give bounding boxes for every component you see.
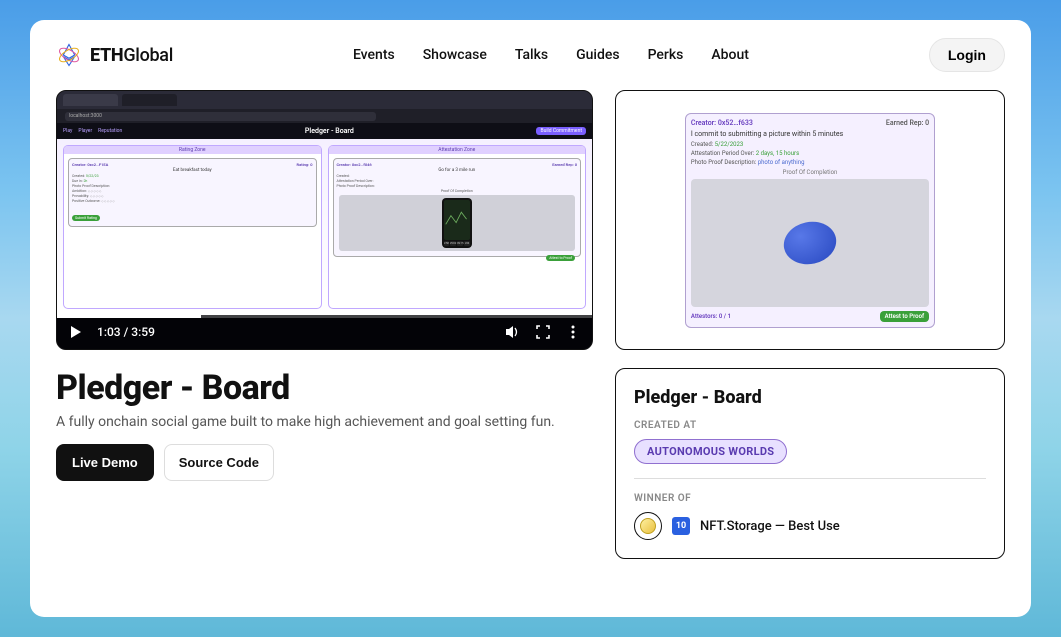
video-progress[interactable] [57,315,592,318]
logo[interactable]: ETHGlobal [56,42,173,68]
brand-text: ETHGlobal [90,45,173,66]
project-title: Pledger - Board [56,368,593,408]
attestation-card: Creator: 0xc2…f046Earned Rep: 0 Go for a… [333,158,582,257]
browser-tabs [57,91,592,109]
nav-about[interactable]: About [711,47,749,63]
play-icon[interactable] [67,323,85,341]
nav-talks[interactable]: Talks [515,47,548,63]
proof-image [691,179,929,307]
volume-icon[interactable] [504,323,522,341]
nav-perks[interactable]: Perks [648,47,684,63]
prize-badge: 10 [672,517,690,535]
created-at-label: CREATED AT [634,420,986,431]
medal-icon [634,512,662,540]
source-code-button[interactable]: Source Code [164,444,274,481]
info-title: Pledger - Board [634,387,986,408]
nav-events[interactable]: Events [353,47,395,63]
attest-button: Attest to Proof [880,311,930,322]
menu-icon[interactable] [564,323,582,341]
screenshot-thumbnail[interactable]: Creator: 0x52…f633 Earned Rep: 0 I commi… [615,90,1005,350]
winner-text: NFT.Storage — Best Use [700,519,840,534]
project-tagline: A fully onchain social game built to mak… [56,414,593,430]
disc-icon [780,216,840,268]
winner-of-label: WINNER OF [634,493,986,504]
project-info-card: Pledger - Board CREATED AT AUTONOMOUS WO… [615,368,1005,559]
video-time: 1:03 / 3:59 [97,325,155,339]
browser-urlbar: localhost:3000 [57,109,592,123]
app-header: PlayPlayerReputation Pledger - Board Bui… [57,123,592,139]
login-button[interactable]: Login [929,38,1005,72]
pledge-card: Creator: 0x52…f633 Earned Rep: 0 I commi… [685,113,935,328]
project-header: Pledger - Board A fully onchain social g… [56,368,593,481]
nav-guides[interactable]: Guides [576,47,619,63]
video-player[interactable]: localhost:3000 PlayPlayerReputation Pled… [56,90,593,350]
nav-showcase[interactable]: Showcase [423,47,487,63]
video-controls: 1:03 / 3:59 [57,315,592,349]
event-pill[interactable]: AUTONOMOUS WORLDS [634,439,787,464]
winner-row: 10 NFT.Storage — Best Use [634,512,986,540]
site-header: ETHGlobal Events Showcase Talks Guides P… [56,38,1005,72]
fullscreen-icon[interactable] [534,323,552,341]
rating-card: Creator: 0xc2…F1EARating: 0 Eat breakfas… [68,158,317,227]
live-demo-button[interactable]: Live Demo [56,444,154,481]
main-nav: Events Showcase Talks Guides Perks About [353,47,749,63]
app-body: Rating Zone Creator: 0xc2…F1EARating: 0 … [57,139,592,315]
ethglobal-logo-icon [56,42,82,68]
